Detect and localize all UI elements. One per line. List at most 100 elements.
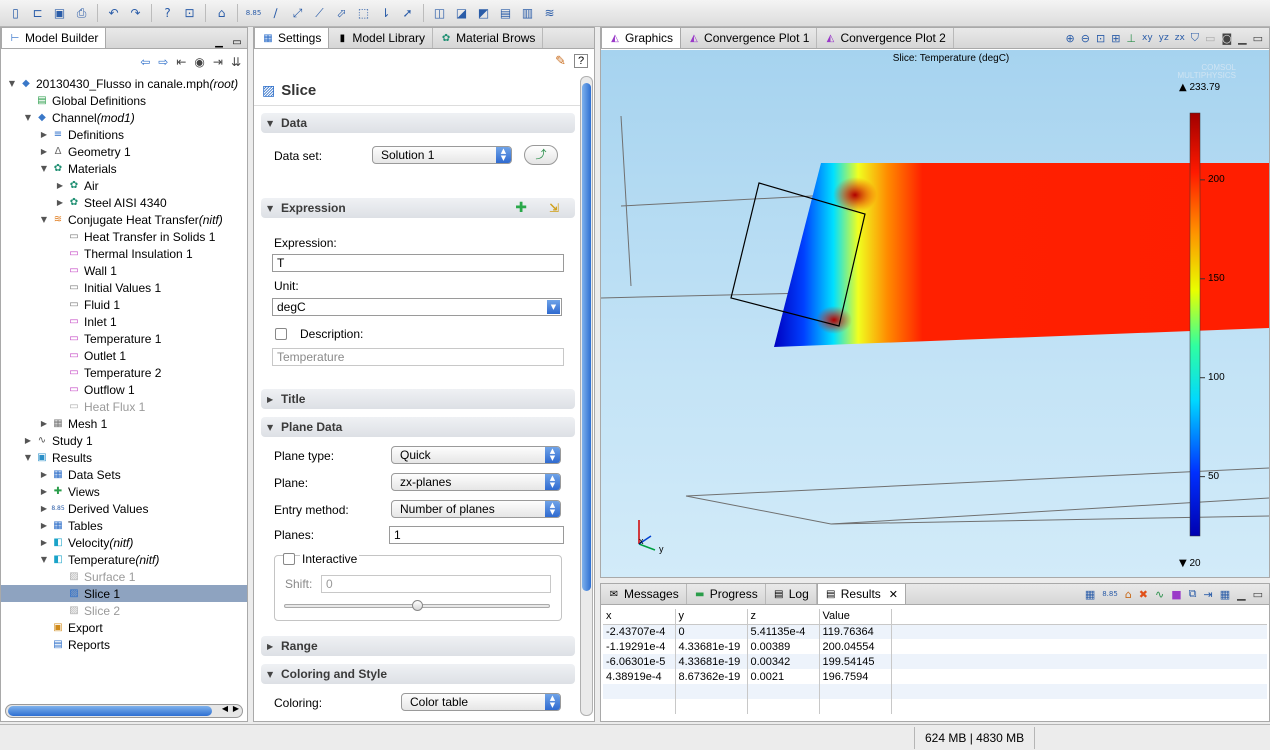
close-icon[interactable]: ✕ — [889, 588, 898, 601]
save-icon[interactable]: ▣ — [50, 4, 69, 23]
collapse-icon[interactable]: ⇤ — [176, 55, 186, 69]
arrow-tool-icon[interactable]: ⇂ — [376, 4, 395, 23]
description-input[interactable]: Temperature — [272, 348, 564, 366]
data-set-select[interactable]: Solution 1 ▲ ▼ — [372, 146, 512, 164]
expanded-arrow-icon[interactable]: ▼ — [39, 215, 49, 224]
tree-item[interactable]: ▭ Initial Values 1 — [55, 279, 161, 296]
table-row[interactable] — [603, 699, 1267, 714]
tree-item[interactable]: ▶ ✿ Air — [55, 177, 99, 194]
print-icon[interactable]: ⎙ — [72, 4, 91, 23]
table-row[interactable]: -1.19291e-4 4.33681e-19 0.00389 200.04554 — [603, 639, 1267, 654]
zoom-extents-icon[interactable]: ⊞ — [1111, 32, 1120, 45]
tree-item[interactable]: ▶ ▦ Mesh 1 — [39, 415, 107, 432]
view-yz-icon[interactable]: yz — [1159, 33, 1169, 43]
expression-input[interactable]: T — [272, 254, 564, 272]
wave-icon[interactable]: ≋ — [540, 4, 559, 23]
plane-select[interactable]: zx-planes ▲ ▼ — [391, 473, 561, 491]
table-row[interactable]: -2.43707e-4 0 5.41135e-4 119.76364 — [603, 624, 1267, 639]
settings-vertical-scrollbar[interactable] — [580, 76, 593, 716]
derived-value-icon[interactable]: 8.85 — [244, 4, 263, 23]
section-range-header[interactable]: ▶ Range — [261, 636, 575, 656]
table-row[interactable] — [603, 684, 1267, 699]
column-header-value[interactable]: Value — [819, 609, 892, 624]
new-file-icon[interactable]: ▯ — [6, 4, 25, 23]
tree-item[interactable]: ▭ Fluid 1 — [55, 296, 120, 313]
cut-line-icon[interactable]: ⟋ — [310, 4, 329, 23]
section-plane-data-header[interactable]: ▼ Plane Data — [261, 417, 575, 437]
expanded-arrow-icon[interactable]: ▼ — [39, 164, 49, 173]
tab-convergence-plot-2[interactable]: ◭ Convergence Plot 2 — [817, 28, 954, 48]
collapsed-arrow-icon[interactable]: ▶ — [39, 521, 49, 530]
collapsed-arrow-icon[interactable]: ▶ — [39, 487, 49, 496]
expand-icon[interactable]: ⇥ — [213, 55, 223, 69]
minimize-icon[interactable]: ▁ — [1237, 588, 1245, 601]
redo-icon[interactable]: ↷ — [126, 4, 145, 23]
tree-item[interactable]: ▶ ✚ Views — [39, 483, 100, 500]
back-arrow-icon[interactable]: ⇦ — [140, 55, 150, 69]
plot-group-3d-icon[interactable]: ◫ — [430, 4, 449, 23]
unit-select[interactable]: degC ▼ — [272, 298, 562, 316]
scroll-right-icon[interactable]: ▶ — [233, 704, 239, 713]
line-icon[interactable]: ∕ — [266, 4, 285, 23]
point-icon[interactable]: ⤢ — [288, 4, 307, 23]
plot-group-2d-icon[interactable]: ◪ — [452, 4, 471, 23]
tree-item[interactable]: ▭ Outlet 1 — [55, 347, 126, 364]
tree-item[interactable]: ▶ ✿ Steel AISI 4340 — [55, 194, 167, 211]
tree-item[interactable]: ▶ ▦ Tables — [39, 517, 103, 534]
tree-item[interactable]: ▣ Export — [39, 619, 102, 636]
collapsed-arrow-icon[interactable]: ▶ — [55, 198, 65, 207]
report-icon[interactable]: ▥ — [518, 4, 537, 23]
cut-plane-icon[interactable]: ⬀ — [332, 4, 351, 23]
undo-icon[interactable]: ↶ — [104, 4, 123, 23]
description-checkbox[interactable] — [275, 328, 287, 340]
tree-item[interactable]: ▭ Inlet 1 — [55, 313, 116, 330]
planes-input[interactable]: 1 — [389, 526, 564, 544]
tab-results[interactable]: ▤ Results ✕ — [816, 584, 906, 604]
collapsed-arrow-icon[interactable]: ▶ — [39, 147, 49, 156]
tree-item[interactable]: ▨ Slice 2 — [55, 602, 120, 619]
plot-group-1d-icon[interactable]: ◩ — [474, 4, 493, 23]
tab-log[interactable]: ▤ Log — [766, 584, 817, 604]
view-xy-icon[interactable]: xy — [1142, 33, 1153, 43]
pointer-icon[interactable]: ➚ — [398, 4, 417, 23]
tree-item[interactable]: ▭ Outflow 1 — [55, 381, 134, 398]
expanded-arrow-icon[interactable]: ▼ — [23, 453, 33, 462]
copy-icon[interactable]: ⧉ — [1189, 587, 1197, 601]
replace-expression-icon[interactable]: ⇲ — [549, 201, 559, 215]
scrollbar-thumb[interactable] — [582, 83, 591, 591]
expanded-arrow-icon[interactable]: ▼ — [7, 79, 17, 88]
add-expression-icon[interactable]: ✚ — [515, 200, 527, 216]
tree-item[interactable]: ▭ Thermal Insulation 1 — [55, 245, 192, 262]
axis-orientation-icon[interactable]: ⊥ — [1126, 32, 1136, 45]
forward-arrow-icon[interactable]: ⇨ — [158, 55, 168, 69]
collapsed-arrow-icon[interactable]: ▶ — [39, 470, 49, 479]
tab-model-builder[interactable]: ⊢ Model Builder — [1, 27, 107, 48]
tree-item[interactable]: ▤ Global Definitions — [23, 92, 146, 109]
expanded-arrow-icon[interactable]: ▼ — [23, 113, 33, 122]
column-header-z[interactable]: z — [747, 609, 820, 624]
help-icon[interactable]: ? — [158, 4, 177, 23]
tab-messages[interactable]: ✉ Messages — [601, 584, 687, 604]
clear-icon[interactable]: ⌂ — [1125, 588, 1132, 601]
tree-item[interactable]: ▶ Δ Geometry 1 — [39, 143, 131, 160]
interactive-checkbox[interactable] — [283, 553, 295, 565]
collapsed-arrow-icon[interactable]: ▶ — [39, 419, 49, 428]
tree-item[interactable]: ▼ ≋ Conjugate Heat Transfer (nitf) — [39, 211, 223, 228]
maximize-icon[interactable]: ▭ — [1253, 588, 1263, 601]
select-box-icon[interactable]: ⬚ — [354, 4, 373, 23]
help-search-icon[interactable]: ⊡ — [180, 4, 199, 23]
precision-icon[interactable]: 8.85 — [1102, 590, 1118, 598]
tree-horizontal-scrollbar[interactable]: ◀ ▶ — [5, 704, 243, 718]
minimize-icon[interactable]: ▁ — [213, 36, 225, 48]
tree-item[interactable]: ▭ Wall 1 — [55, 262, 117, 279]
tab-graphics[interactable]: ◭ Graphics — [601, 28, 682, 48]
tree-item[interactable]: ▭ Temperature 1 — [55, 330, 161, 347]
tree-item[interactable]: ▼ ◧ Temperature (nitf) — [39, 551, 159, 568]
zoom-box-icon[interactable]: ⊡ — [1096, 32, 1105, 45]
tree-item[interactable]: ▨ Surface 1 — [55, 568, 135, 585]
coloring-select[interactable]: Color table ▲ ▼ — [401, 693, 561, 711]
collapsed-arrow-icon[interactable]: ▶ — [39, 538, 49, 547]
expanded-arrow-icon[interactable]: ▼ — [39, 555, 49, 564]
tree-item[interactable]: ▭ Temperature 2 — [55, 364, 161, 381]
tree-item[interactable]: ▼ ◆ Channel (mod1) — [23, 109, 135, 126]
